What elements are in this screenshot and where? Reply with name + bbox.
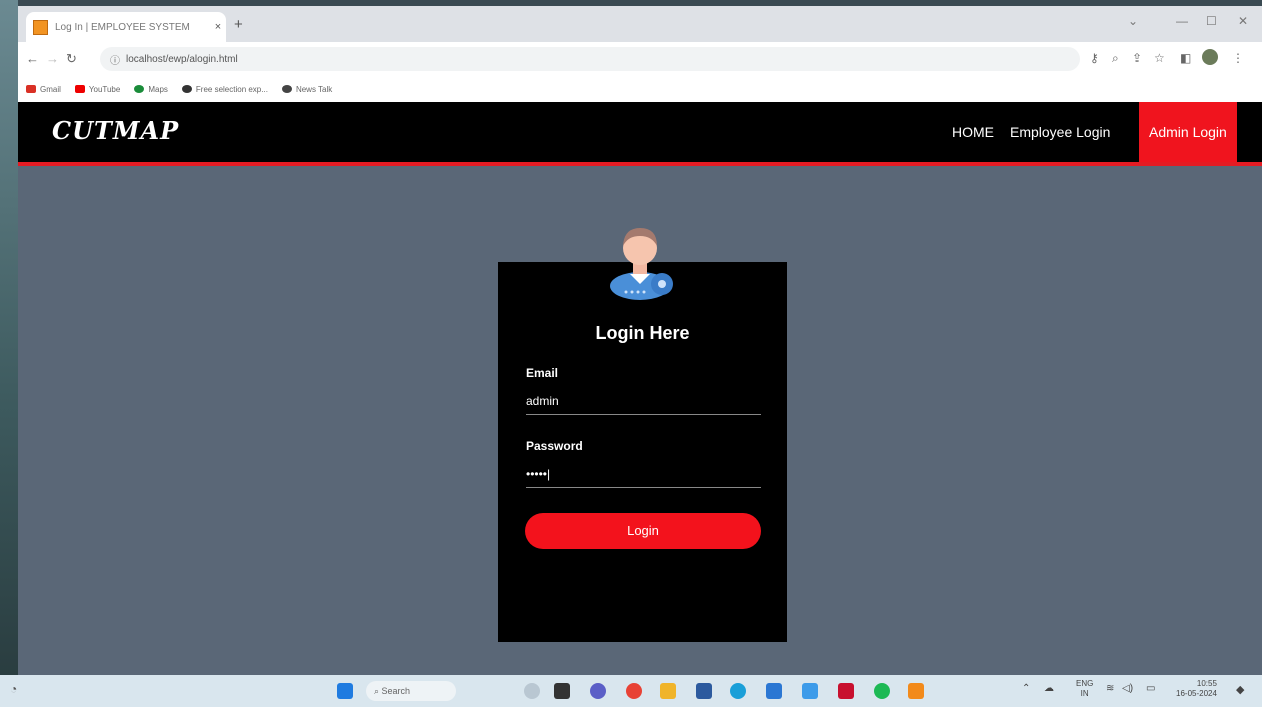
volume-icon[interactable]: ◁) [1122,683,1133,694]
forward-icon[interactable]: → [46,51,59,66]
tab-close-icon[interactable]: × [210,21,226,33]
start-icon[interactable] [337,683,353,699]
bookmarks-bar: Gmail YouTube Maps Free selection exp...… [18,76,1262,102]
tab-title: Log In | EMPLOYEE SYSTEM [55,21,190,33]
store-icon[interactable] [696,683,712,699]
web-page: CUTMAP HOME Employee Login Admin Login L… [18,102,1262,675]
xampp-icon[interactable] [908,683,924,699]
lang-code: ENG [1076,679,1094,688]
back-icon[interactable]: ← [26,51,39,66]
desktop-background [0,0,18,675]
favicon-icon [33,19,48,35]
url-text: localhost/ewp/alogin.html [126,53,238,65]
share-icon[interactable]: ⇪ [1132,51,1142,65]
bookmark-label: Maps [148,84,168,94]
onedrive-icon[interactable]: ☁ [1044,683,1054,694]
login-title: Login Here [595,323,690,343]
password-label: Password [526,439,583,453]
nav-employee-login-link[interactable]: Employee Login [1010,102,1110,162]
taskbar-search[interactable]: ⌕ Search [366,681,456,701]
bookmark-free-selection[interactable]: Free selection exp... [181,84,268,94]
key-icon[interactable]: ⚷ [1090,51,1099,65]
language-indicator[interactable]: ENG IN [1076,679,1093,699]
search-placeholder: Search [381,686,411,696]
site-navbar: CUTMAP HOME Employee Login Admin Login [18,102,1262,166]
vscode-icon[interactable] [802,683,818,699]
edge-icon[interactable] [730,683,746,699]
file-explorer-icon[interactable] [660,683,676,699]
bookmark-maps[interactable]: Maps [134,85,168,94]
time-text: 10:55 [1196,679,1217,688]
battery-icon[interactable]: ▭ [1146,683,1155,694]
site-logo[interactable]: CUTMAP [52,116,179,145]
bookmark-star-icon[interactable]: ☆ [1154,51,1165,65]
new-tab-button[interactable]: + [234,16,243,33]
lang-region: IN [1080,689,1089,698]
close-window-icon[interactable]: ✕ [1238,14,1248,28]
wifi-icon[interactable]: ≋ [1106,683,1114,694]
date-text: 16-05-2024 [1176,689,1217,698]
profile-avatar-icon[interactable] [1202,49,1218,65]
copilot-icon[interactable] [524,683,540,699]
site-info-icon[interactable]: ⓘ [110,52,120,67]
mcafee-icon[interactable] [838,683,854,699]
mail-icon[interactable] [766,683,782,699]
address-bar-row: ← → ↻ ⓘ localhost/ewp/alogin.html ⚷ ⌕ ⇪ … [18,42,1262,76]
task-view-icon[interactable] [554,683,570,699]
bookmark-news-talk[interactable]: News Talk [281,84,333,94]
tray-expand-icon[interactable]: ⌃ [1022,683,1030,694]
bookmark-label: YouTube [88,84,121,94]
browser-window: Log In | EMPLOYEE SYSTEM × + ⌄ — ☐ ✕ ← →… [18,6,1262,675]
bookmark-label: News Talk [295,84,333,94]
screen: Log In | EMPLOYEE SYSTEM × + ⌄ — ☐ ✕ ← →… [0,0,1262,707]
menu-kebab-icon[interactable]: ⋮ [1232,51,1244,65]
widgets-icon[interactable]: ◔ [10,682,26,698]
bookmark-label: Gmail [40,84,61,94]
login-card: Login Here Email Password Login [498,262,787,642]
maximize-icon[interactable]: ☐ [1206,14,1217,28]
globe-icon [281,85,292,93]
bookmark-label: Free selection exp... [195,84,268,94]
gmail-icon [26,85,36,93]
password-field[interactable] [526,461,761,488]
email-field[interactable] [526,388,761,415]
email-label: Email [526,366,559,380]
chat-icon[interactable] [590,683,606,699]
maps-pin-icon [134,85,145,93]
windows-taskbar: ◔ ⌕ Search ⌃ ☁ ENG IN ≋ ◁) ▭ 10:55 16-05-2… [0,675,1262,707]
minimize-icon[interactable]: — [1176,14,1188,28]
side-panel-icon[interactable]: ◧ [1180,51,1191,65]
tab-bar: Log In | EMPLOYEE SYSTEM × + ⌄ — ☐ ✕ [18,6,1262,42]
clock[interactable]: 10:55 16-05-2024 [1176,679,1217,699]
nav-home-link[interactable]: HOME [952,102,994,162]
notifications-icon[interactable]: ◆ [1236,683,1244,696]
login-button[interactable]: Login [525,513,761,549]
globe-icon [181,85,192,93]
youtube-icon [74,85,85,93]
bookmark-youtube[interactable]: YouTube [74,84,121,94]
browser-tab[interactable]: Log In | EMPLOYEE SYSTEM × [26,12,226,42]
zoom-icon[interactable]: ⌕ [1112,51,1119,66]
tab-search-icon[interactable]: ⌄ [1128,14,1138,28]
reload-icon[interactable]: ↻ [66,51,77,67]
address-bar[interactable]: ⓘ localhost/ewp/alogin.html [100,47,1080,71]
chrome-icon[interactable] [626,683,642,699]
bookmark-gmail[interactable]: Gmail [26,85,61,94]
spotify-icon[interactable] [874,683,890,699]
nav-admin-login-link[interactable]: Admin Login [1139,102,1237,162]
admin-avatar-icon [610,228,673,300]
